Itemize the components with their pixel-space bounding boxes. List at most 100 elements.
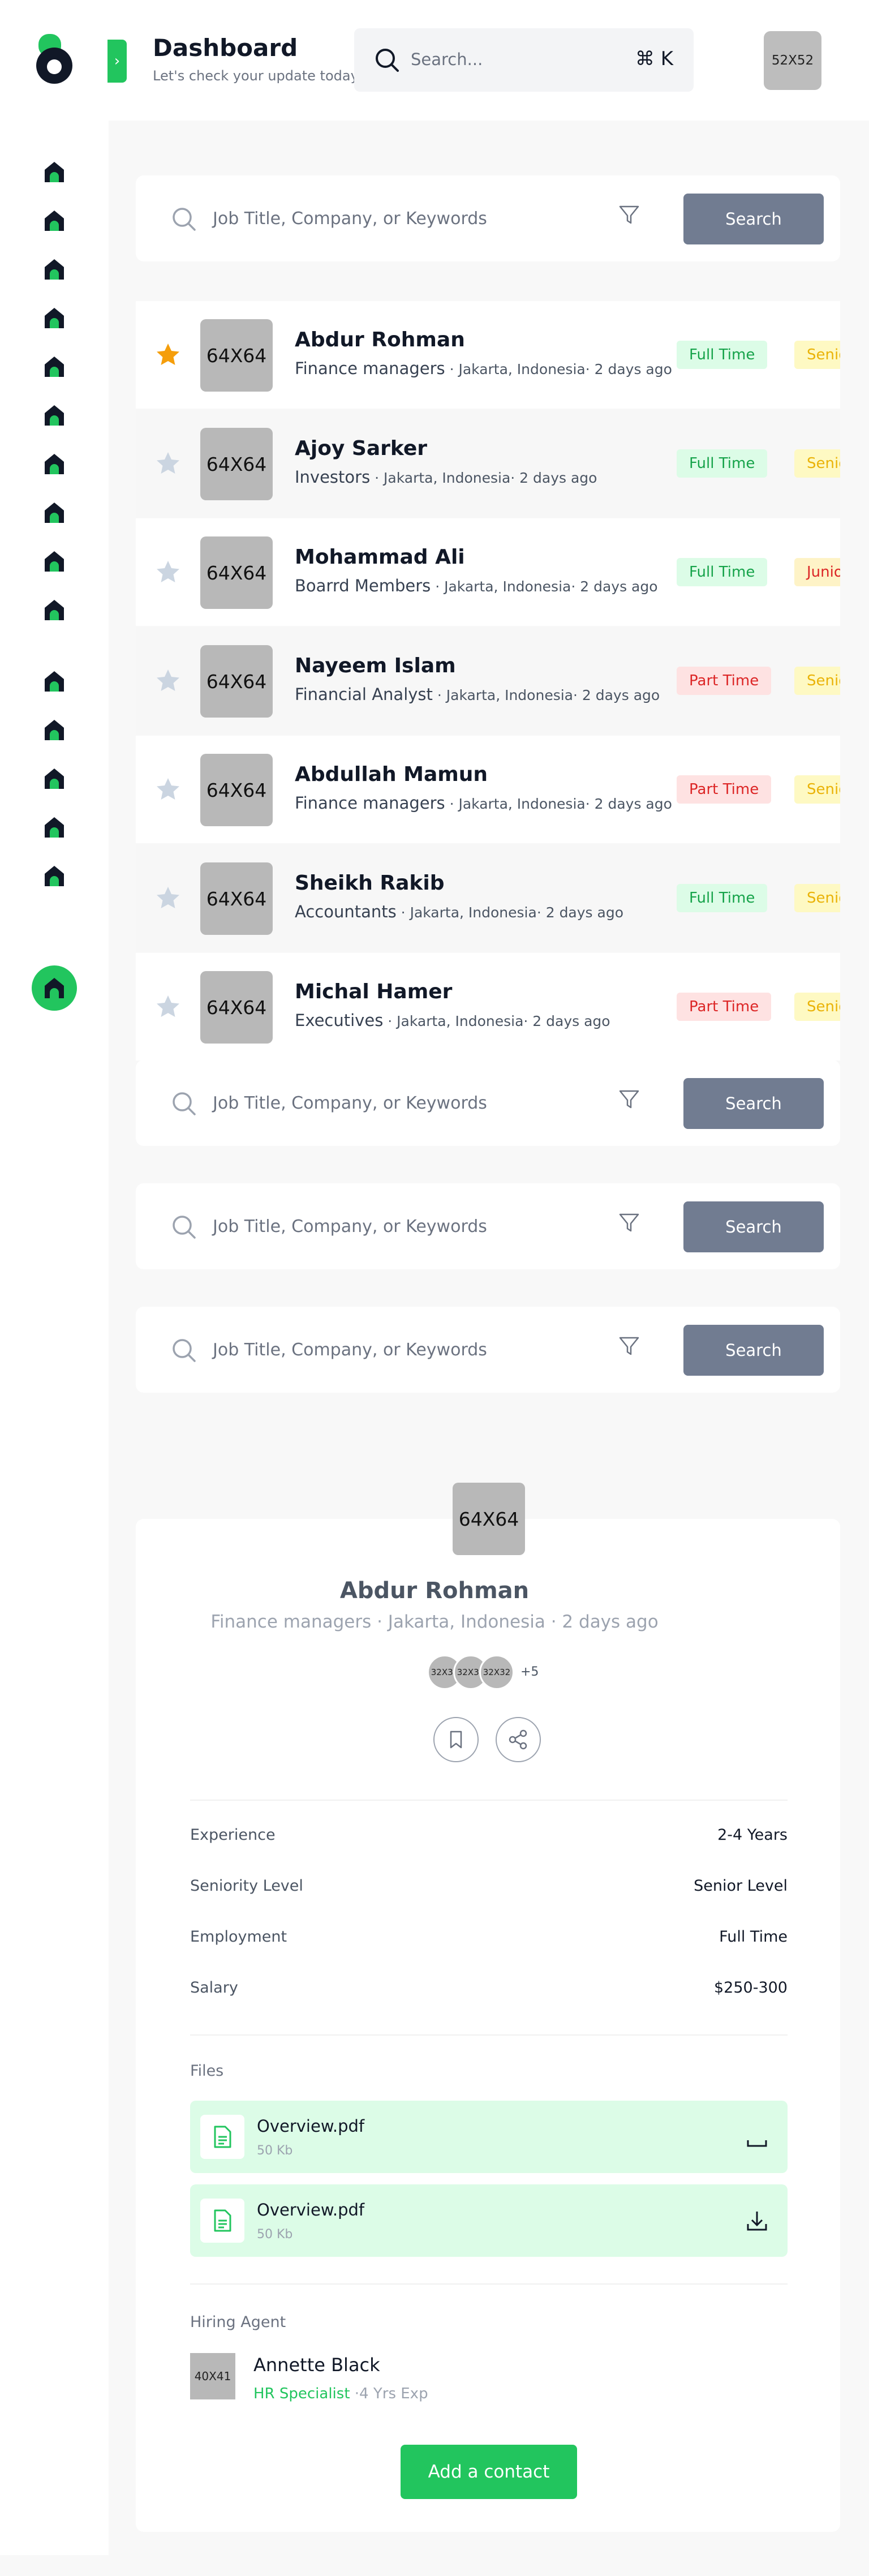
job-search-input[interactable]: Job Title, Company, or Keywords <box>213 1340 487 1360</box>
home-icon[interactable] <box>44 767 65 790</box>
filter-icon[interactable] <box>618 1335 640 1358</box>
agent-role: HR Specialist ·4 Yrs Exp <box>253 2385 428 2402</box>
home-icon[interactable] <box>44 161 65 183</box>
search-button[interactable]: Search <box>683 1078 824 1129</box>
download-icon[interactable] <box>745 2124 769 2149</box>
job-name: Nayeem Islam <box>295 654 456 677</box>
job-row[interactable]: 64X64 Ajoy Sarker Investors · Jakarta, Ind… <box>136 410 840 517</box>
document-icon <box>200 2115 244 2159</box>
global-search-input[interactable]: Search... ⌘ K <box>354 28 694 92</box>
job-location: · Jakarta, Indonesia· 2 days ago <box>445 796 672 812</box>
home-icon[interactable] <box>44 865 65 887</box>
seniority-tag: Senior <box>794 667 840 695</box>
job-name: Michal Hamer <box>295 980 453 1003</box>
seniority-tag: Senior <box>794 993 840 1021</box>
star-icon[interactable] <box>155 776 181 802</box>
search-button[interactable]: Search <box>683 194 824 244</box>
add-contact-button[interactable]: Add a contact <box>401 2445 577 2499</box>
job-row[interactable]: 64X64 Sheikh Rakib Accountants · Jakarta, … <box>136 844 840 952</box>
page-title: Dashboard <box>153 34 298 62</box>
top-header: › Dashboard Let's check your update toda… <box>0 0 869 121</box>
user-avatar[interactable]: 52X52 <box>764 31 821 90</box>
home-icon[interactable] <box>44 307 65 329</box>
document-icon <box>200 2199 244 2243</box>
job-search-input[interactable]: Job Title, Company, or Keywords <box>213 209 487 229</box>
home-icon[interactable] <box>44 719 65 741</box>
company-logo: 64X64 <box>200 862 273 935</box>
bookmark-button[interactable] <box>433 1717 479 1762</box>
info-value-seniority: Senior Level <box>694 1877 788 1895</box>
seniority-tag: Senior <box>794 775 840 804</box>
company-logo: 64X64 <box>453 1483 525 1555</box>
home-icon[interactable] <box>44 599 65 621</box>
seniority-tag: Senior <box>794 341 840 369</box>
star-icon[interactable] <box>155 342 181 368</box>
job-role: Boarrd Members <box>295 576 431 595</box>
agent-avatar: 40X41 <box>190 2353 235 2399</box>
home-icon[interactable] <box>44 258 65 281</box>
job-row[interactable]: 64X64 Mohammad Ali Boarrd Members · Jakart… <box>136 518 840 626</box>
home-icon[interactable] <box>44 550 65 573</box>
info-value-salary: $250-300 <box>714 1979 788 1997</box>
star-icon[interactable] <box>155 885 181 911</box>
home-icon[interactable] <box>44 209 65 232</box>
bookmark-icon <box>450 1731 462 1749</box>
search-button[interactable]: Search <box>683 1325 824 1376</box>
filter-icon[interactable] <box>618 1212 640 1234</box>
info-label-seniority: Seniority Level <box>190 1877 303 1895</box>
search-icon <box>173 1092 196 1115</box>
job-search-input[interactable]: Job Title, Company, or Keywords <box>213 1217 487 1237</box>
sidebar-home-active[interactable] <box>32 965 77 1011</box>
job-location: · Jakarta, Indonesia· 2 days ago <box>383 1013 610 1029</box>
home-icon[interactable] <box>44 453 65 475</box>
star-icon[interactable] <box>155 450 181 476</box>
star-icon[interactable] <box>155 559 181 585</box>
download-icon[interactable] <box>745 2208 769 2233</box>
share-button[interactable] <box>496 1717 541 1762</box>
home-icon[interactable] <box>44 355 65 378</box>
home-icon[interactable] <box>44 816 65 839</box>
job-meta: Investors · Jakarta, Indonesia· 2 days a… <box>295 467 597 487</box>
star-icon[interactable] <box>155 994 181 1020</box>
file-item[interactable]: Overview.pdf 50 Kb <box>190 2184 788 2257</box>
page-subtitle: Let's check your update today <box>153 68 359 84</box>
job-role: Executives <box>295 1011 384 1030</box>
file-size: 50 Kb <box>257 2144 293 2158</box>
search-placeholder: Search... <box>411 50 483 69</box>
job-row[interactable]: 64X64 Nayeem Islam Financial Analyst · Jak… <box>136 627 840 735</box>
star-icon[interactable] <box>155 668 181 694</box>
job-name: Abdullah Mamun <box>295 763 488 786</box>
search-button[interactable]: Search <box>683 1201 824 1252</box>
file-item[interactable]: Overview.pdf 50 Kb <box>190 2101 788 2173</box>
employment-type-tag: Part Time <box>677 775 772 804</box>
applicant-avatar: 32X32 <box>479 1655 514 1690</box>
sidebar-toggle-button[interactable]: › <box>107 40 127 83</box>
seniority-tag: Senior <box>794 449 840 478</box>
job-row[interactable]: 64X64 Michal Hamer Executives · Jakarta, I… <box>136 953 840 1061</box>
sidebar <box>0 121 109 2555</box>
job-name: Abdur Rohman <box>295 328 465 351</box>
filter-icon[interactable] <box>618 204 640 226</box>
home-icon[interactable] <box>44 670 65 693</box>
job-location: · Jakarta, Indonesia· 2 days ago <box>396 904 624 921</box>
job-search-bar: Job Title, Company, or Keywords Search <box>136 1307 840 1393</box>
job-role: Finance managers <box>295 359 445 378</box>
company-logo: 64X64 <box>200 645 273 718</box>
job-search-input[interactable]: Job Title, Company, or Keywords <box>213 1093 487 1113</box>
info-value-employment: Full Time <box>719 1928 788 1946</box>
job-role: Investors <box>295 467 371 487</box>
employment-type-tag: Full Time <box>677 449 768 478</box>
job-role: Accountants <box>295 902 397 921</box>
home-icon[interactable] <box>44 404 65 427</box>
job-meta: Accountants · Jakarta, Indonesia· 2 days… <box>295 902 623 921</box>
chevron-right-icon: › <box>114 53 121 70</box>
home-icon <box>45 978 64 998</box>
job-name: Ajoy Sarker <box>295 437 428 460</box>
filter-icon[interactable] <box>618 1088 640 1111</box>
hiring-agent-heading: Hiring Agent <box>190 2313 286 2331</box>
job-row[interactable]: 64X64 Abdullah Mamun Finance managers · Ja… <box>136 736 840 843</box>
job-row[interactable]: 64X64 Abdur Rohman Finance managers · Jaka… <box>136 301 840 409</box>
home-icon[interactable] <box>44 501 65 524</box>
employment-type-tag: Part Time <box>677 667 772 695</box>
job-name: Sheikh Rakib <box>295 871 445 895</box>
